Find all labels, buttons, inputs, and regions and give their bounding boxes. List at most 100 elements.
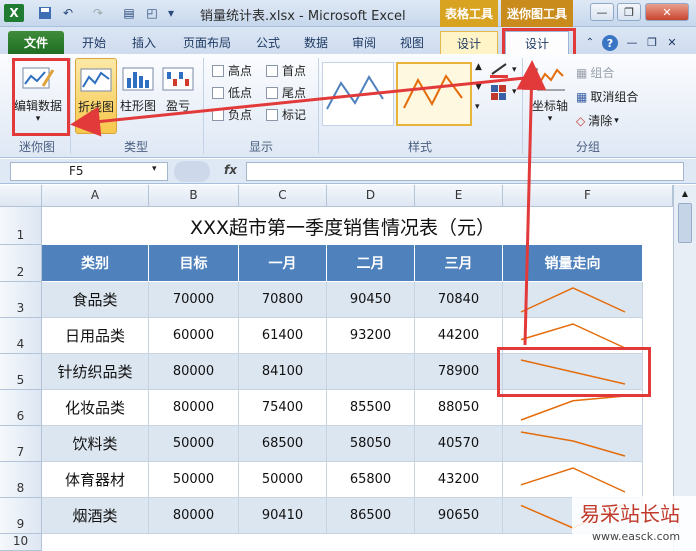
column-header-a[interactable]: A <box>42 185 149 207</box>
wb-minimize-icon[interactable]: — <box>624 31 640 54</box>
row-header-9[interactable]: 9 <box>0 498 42 534</box>
row-header-1[interactable]: 1 <box>0 207 42 245</box>
winloss-type-button[interactable]: 盈亏 <box>160 64 196 114</box>
low-point-checkbox[interactable]: 低点 <box>212 84 252 101</box>
table-cell[interactable]: 90410 <box>239 498 327 534</box>
table-cell[interactable]: 43200 <box>415 462 503 498</box>
column-header-c[interactable]: C <box>239 185 327 207</box>
table-cell[interactable]: 61400 <box>239 318 327 354</box>
table-cell[interactable]: 75400 <box>239 390 327 426</box>
table-cell[interactable]: 针纺织品类 <box>42 354 149 390</box>
row-header-7[interactable]: 7 <box>0 426 42 462</box>
wb-close-icon[interactable]: ✕ <box>664 31 680 54</box>
table-cell[interactable]: 50000 <box>149 426 239 462</box>
table-cell[interactable]: 70000 <box>149 282 239 318</box>
header-cell-jan[interactable]: 一月 <box>239 245 327 282</box>
first-point-checkbox[interactable]: 首点 <box>266 62 306 79</box>
redo-icon[interactable]: ↷ <box>88 4 108 22</box>
table-cell[interactable]: 饮料类 <box>42 426 149 462</box>
row-header-8[interactable]: 8 <box>0 462 42 498</box>
wb-restore-icon[interactable]: ❐ <box>644 31 660 54</box>
table-cell[interactable]: 70800 <box>239 282 327 318</box>
print-icon[interactable]: ▤ <box>120 4 138 22</box>
table-cell[interactable]: 65800 <box>327 462 415 498</box>
line-type-button[interactable]: 折线图 <box>75 58 117 134</box>
table-cell[interactable]: 50000 <box>239 462 327 498</box>
negative-point-checkbox[interactable]: 负点 <box>212 106 252 123</box>
table-cell[interactable]: 食品类 <box>42 282 149 318</box>
table-cell[interactable]: 93200 <box>327 318 415 354</box>
restore-button[interactable]: ❐ <box>617 3 641 21</box>
row-header-6[interactable]: 6 <box>0 390 42 426</box>
table-cell[interactable]: 44200 <box>415 318 503 354</box>
table-cell[interactable]: 日用品类 <box>42 318 149 354</box>
name-box[interactable]: F5 <box>10 162 168 181</box>
insert-function-icon[interactable]: fx <box>224 163 237 177</box>
tab-review[interactable]: 审阅 <box>344 31 384 54</box>
tab-formulas[interactable]: 公式 <box>248 31 288 54</box>
customize-qat-icon[interactable]: ▾ <box>166 4 176 22</box>
sheet-title[interactable]: XXX超市第一季度销售情况表（元） <box>42 207 643 245</box>
ungroup-button[interactable]: ▦ 取消组合 <box>576 88 638 105</box>
row-header-2[interactable]: 2 <box>0 245 42 282</box>
table-cell[interactable]: 80000 <box>149 390 239 426</box>
header-cell-feb[interactable]: 二月 <box>327 245 415 282</box>
table-cell[interactable]: 80000 <box>149 498 239 534</box>
select-all-corner[interactable] <box>0 185 42 207</box>
header-cell-category[interactable]: 类别 <box>42 245 149 282</box>
table-cell[interactable]: 40570 <box>415 426 503 462</box>
sparkline-color-button[interactable]: ▾ <box>490 62 517 78</box>
table-cell[interactable]: 50000 <box>149 462 239 498</box>
row-header-5[interactable]: 5 <box>0 354 42 390</box>
table-cell[interactable]: 90650 <box>415 498 503 534</box>
tab-home[interactable]: 开始 <box>72 31 116 54</box>
markers-checkbox[interactable]: 标记 <box>266 106 306 123</box>
minimize-ribbon-icon[interactable]: ⌃ <box>584 31 596 54</box>
style-more[interactable]: ▾ <box>475 102 480 112</box>
table-cell[interactable]: 化妆品类 <box>42 390 149 426</box>
style-scroll-up[interactable]: ▲ <box>475 62 482 72</box>
formula-input[interactable] <box>246 162 684 181</box>
table-cell[interactable]: 80000 <box>149 354 239 390</box>
last-point-checkbox[interactable]: 尾点 <box>266 84 306 101</box>
group-button[interactable]: ▦ 组合 <box>576 64 614 81</box>
column-header-d[interactable]: D <box>327 185 415 207</box>
axis-button[interactable]: 坐标轴 ▾ <box>528 64 572 124</box>
table-cell[interactable]: 86500 <box>327 498 415 534</box>
minimize-button[interactable]: — <box>590 3 614 21</box>
row-header-3[interactable]: 3 <box>0 282 42 318</box>
header-cell-target[interactable]: 目标 <box>149 245 239 282</box>
column-header-b[interactable]: B <box>149 185 239 207</box>
row-header-4[interactable]: 4 <box>0 318 42 354</box>
undo-icon[interactable]: ↶ <box>58 4 78 22</box>
table-cell[interactable]: 58050 <box>327 426 415 462</box>
table-cell[interactable]: 88050 <box>415 390 503 426</box>
close-button[interactable]: ✕ <box>645 3 689 21</box>
table-cell[interactable]: 60000 <box>149 318 239 354</box>
style-option-2-selected[interactable] <box>396 62 472 126</box>
tab-data[interactable]: 数据 <box>296 31 336 54</box>
table-cell[interactable]: 84100 <box>239 354 327 390</box>
help-icon[interactable]: ? <box>600 31 620 54</box>
tab-view[interactable]: 视图 <box>392 31 432 54</box>
header-cell-mar[interactable]: 三月 <box>415 245 503 282</box>
table-cell[interactable]: 体育器材 <box>42 462 149 498</box>
excel-app-icon[interactable]: X <box>4 4 24 22</box>
header-cell-trend[interactable]: 销量走向 <box>503 245 643 282</box>
high-point-checkbox[interactable]: 高点 <box>212 62 252 79</box>
column-header-e[interactable]: E <box>415 185 503 207</box>
scrollbar-thumb[interactable] <box>678 203 692 243</box>
print-preview-icon[interactable]: ◰ <box>143 4 161 22</box>
column-type-button[interactable]: 柱形图 <box>119 64 157 114</box>
scroll-up-icon[interactable]: ▲ <box>677 189 693 201</box>
table-cell[interactable]: 68500 <box>239 426 327 462</box>
row-header-10[interactable]: 10 <box>0 534 42 551</box>
table-cell[interactable]: 78900 <box>415 354 503 390</box>
table-cell[interactable] <box>327 354 415 390</box>
name-box-dropdown-icon[interactable]: ▾ <box>152 164 157 174</box>
table-cell[interactable]: 70840 <box>415 282 503 318</box>
tab-table-design[interactable]: 设计 <box>440 31 498 54</box>
style-option-1[interactable] <box>322 62 394 126</box>
tab-page-layout[interactable]: 页面布局 <box>174 31 240 54</box>
save-icon[interactable] <box>36 4 54 22</box>
